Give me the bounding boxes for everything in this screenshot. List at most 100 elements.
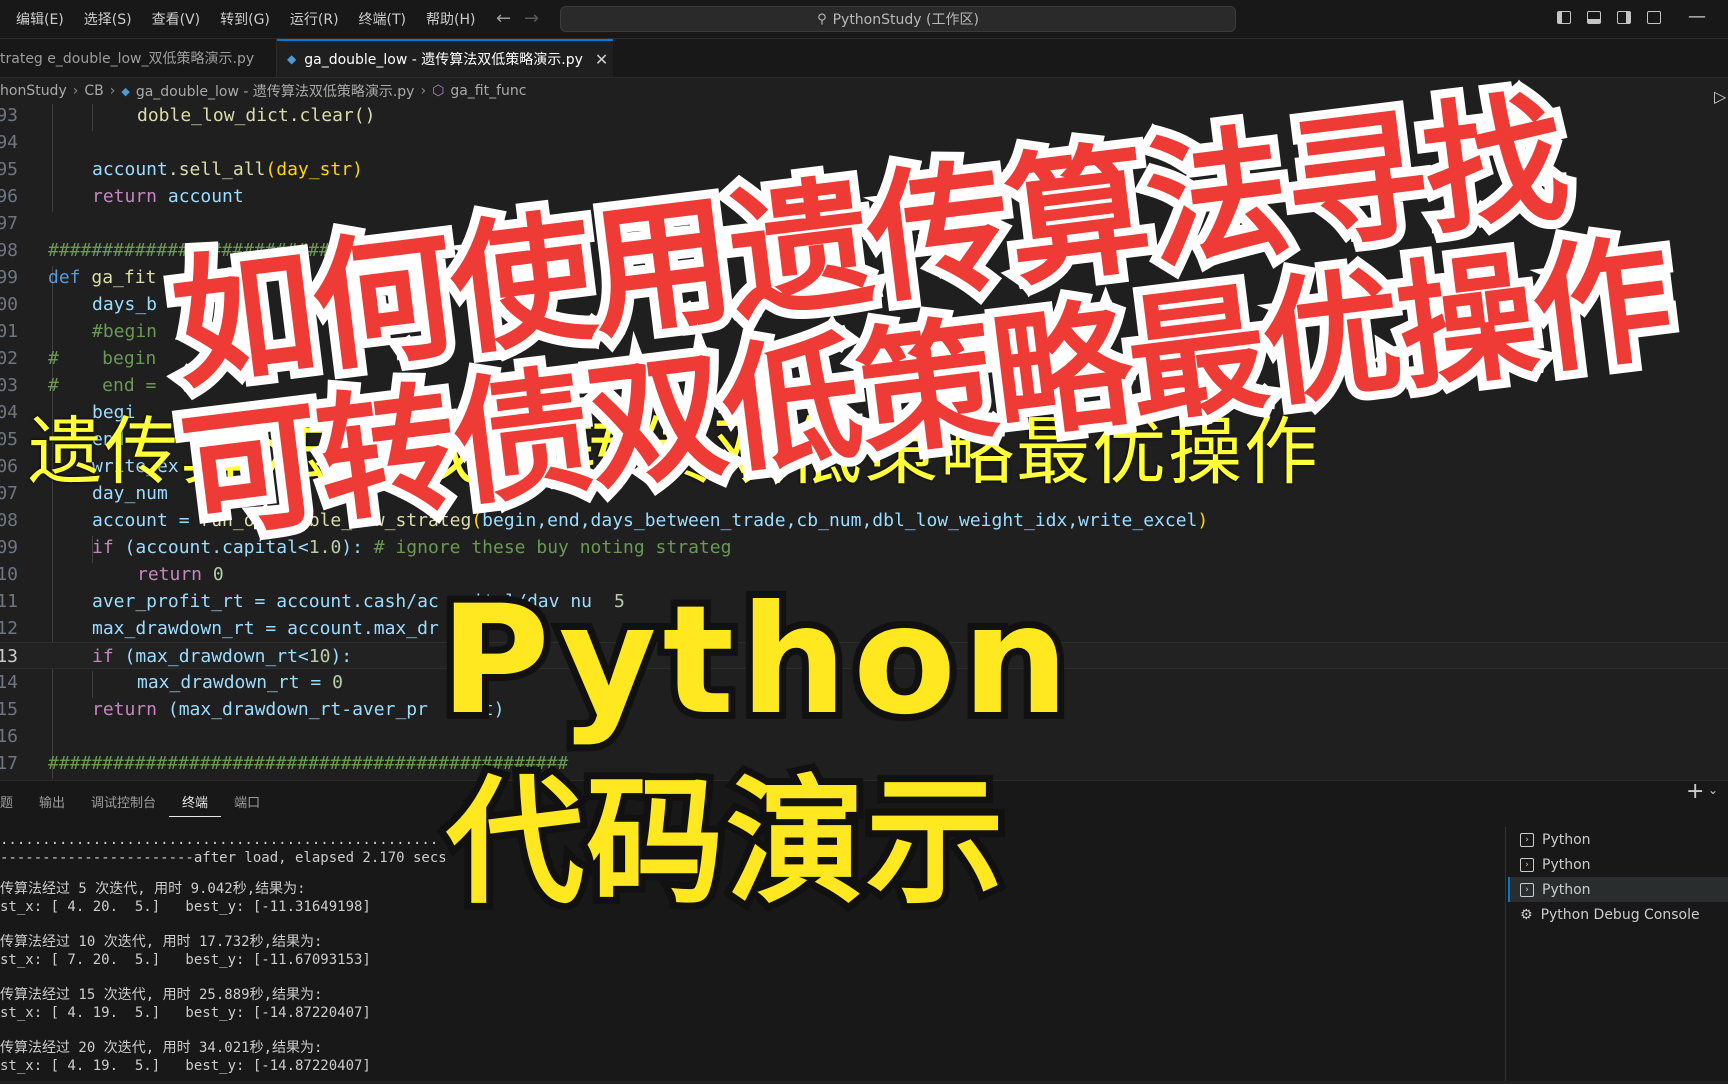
line-number: 98 [0, 240, 18, 261]
code-text: (day_str) [265, 159, 363, 180]
tab-terminal[interactable]: 终端 [169, 791, 222, 817]
terminal-list-divider [1505, 827, 1506, 1081]
terminal-icon: › [1520, 857, 1534, 872]
breadcrumb-symbol[interactable]: ga_fit_func [450, 83, 526, 99]
line-number: 16 [0, 726, 18, 747]
line-number: 99 [0, 267, 18, 288]
tab-strateg-double-low[interactable]: trateg e_double_low_双低策略演示.py [0, 39, 277, 77]
terminal-item[interactable]: › Python [1508, 827, 1728, 852]
code-text: ) [1197, 510, 1209, 531]
back-arrow-icon[interactable]: ← [496, 8, 511, 29]
code-text: days_b [92, 294, 158, 315]
code-text: if [92, 537, 114, 558]
code-text: #begin [92, 321, 158, 342]
line-number: 12 [0, 618, 18, 639]
line-number: 94 [0, 132, 18, 153]
tab-ga-double-low[interactable]: ◆ ga_double_low - 遗传算法双低策略演示.py ✕ [277, 39, 613, 77]
menu-view[interactable]: 查看(V) [142, 9, 211, 29]
function-symbol-icon: ⬡ [432, 83, 445, 99]
command-center-label: PythonStudy (工作区) [832, 12, 979, 28]
toggle-secondary-sidebar-icon[interactable] [1617, 11, 1631, 24]
code-text: return [92, 699, 158, 720]
line-number: 03 [0, 375, 18, 396]
code-text: (max_drawdown_rt-aver_pr [157, 699, 428, 720]
terminal-item-label: Python [1542, 856, 1591, 873]
code-text: if [92, 646, 114, 667]
minimize-window-button[interactable]: — [1688, 6, 1706, 27]
terminal-item[interactable]: ⚙ Python Debug Console [1508, 902, 1728, 927]
line-number: 95 [0, 159, 18, 180]
line-number: 17 [0, 753, 18, 774]
line-number: 96 [0, 186, 18, 207]
chevron-right-icon: › [72, 83, 79, 99]
menu-run[interactable]: 运行(R) [280, 9, 349, 29]
line-number: 05 [0, 429, 18, 450]
terminal-item-label: Python [1542, 881, 1591, 898]
terminal-item[interactable]: › Python [1508, 852, 1728, 877]
terminal-icon: › [1520, 832, 1534, 847]
breadcrumb-folder[interactable]: CB [84, 83, 103, 99]
menu-help[interactable]: 帮助(H) [416, 9, 485, 29]
line-number: 14 [0, 672, 18, 693]
toggle-panel-icon[interactable] [1587, 11, 1601, 24]
menu-edit[interactable]: 编辑(E) [6, 9, 74, 29]
line-number: 04 [0, 402, 18, 423]
code-text: def [48, 267, 81, 288]
line-number: 97 [0, 213, 18, 234]
customize-layout-icon[interactable] [1647, 11, 1661, 24]
search-icon: ⚲ [817, 11, 827, 27]
new-terminal-plus-icon[interactable]: + [1686, 779, 1704, 804]
tab-ports[interactable]: 端口 [221, 791, 273, 817]
code-text: return [92, 186, 158, 207]
chevron-down-icon[interactable]: ⌄ [1708, 783, 1718, 797]
code-text: .sell_all [167, 159, 266, 180]
forward-arrow-icon[interactable]: → [524, 8, 539, 29]
tab-output[interactable]: 输出 [26, 791, 78, 817]
code-comment: # ignore these buy noting strateg [373, 537, 732, 558]
command-center-search[interactable]: ⚲ PythonStudy (工作区) [560, 6, 1236, 32]
breadcrumb: honStudy › CB › ◆ ga_double_low - 遗传算法双低… [0, 78, 526, 104]
code-text: ): [330, 646, 353, 667]
code-text: aver_profit_rt = account.cash/ac [92, 591, 439, 612]
code-text: 0 [202, 564, 224, 585]
debug-gear-icon: ⚙ [1520, 906, 1533, 923]
tab-debug-console[interactable]: 调试控制台 [78, 791, 169, 817]
code-text: account = [92, 510, 201, 531]
line-number: 15 [0, 699, 18, 720]
code-text: account [92, 159, 168, 180]
close-icon[interactable]: ✕ [595, 50, 608, 69]
title-bar: 编辑(E) 选择(S) 查看(V) 转到(G) 运行(R) 终端(T) 帮助(H… [0, 0, 1728, 39]
menu-bar: 编辑(E) 选择(S) 查看(V) 转到(G) 运行(R) 终端(T) 帮助(H… [6, 0, 485, 38]
code-text: 10 [308, 646, 331, 667]
code-text: ga_fit [80, 267, 157, 288]
tab-problems[interactable]: 题 [0, 791, 26, 817]
line-number: 11 [0, 591, 18, 612]
line-number: 01 [0, 321, 18, 342]
line-number: 09 [0, 537, 18, 558]
menu-terminal[interactable]: 终端(T) [349, 9, 416, 29]
line-number: 93 [0, 105, 18, 126]
panel-tabs: 题 输出 调试控制台 终端 端口 [0, 791, 273, 817]
menu-selection[interactable]: 选择(S) [74, 9, 142, 29]
terminal-item-label: Python [1542, 831, 1591, 848]
line-number: 13 [0, 646, 18, 667]
code-text: max_drawdown_rt = [137, 672, 333, 693]
line-number: 06 [0, 456, 18, 477]
breadcrumb-workspace[interactable]: honStudy [0, 83, 67, 99]
terminal-item-active[interactable]: › Python [1508, 877, 1728, 902]
breadcrumb-file[interactable]: ga_double_low - 遗传算法双低策略演示.py [136, 81, 415, 101]
chevron-right-icon: › [420, 83, 427, 99]
toggle-primary-sidebar-icon[interactable] [1557, 11, 1571, 24]
line-number: 02 [0, 348, 18, 369]
tab-label: ga_double_low - 遗传算法双低策略演示.py [304, 52, 583, 68]
terminal-item-label: Python Debug Console [1540, 906, 1700, 923]
line-number: 07 [0, 483, 18, 504]
terminal-line: st_x: [ 7. 20. 5.] best_y: [-11.67093153… [0, 952, 371, 968]
code-text: 0 [332, 672, 343, 693]
code-text: (max_drawdown_rt< [113, 646, 309, 667]
line-number: 08 [0, 510, 18, 531]
terminal-line: st_x: [ 4. 19. 5.] best_y: [-14.87220407… [0, 1005, 371, 1021]
menu-go[interactable]: 转到(G) [210, 9, 280, 29]
terminal-line: 传算法经过 10 次迭代, 用时 17.732秒,结果为: [0, 934, 323, 950]
tab-label: trateg e_double_low_双低策略演示.py [0, 51, 255, 67]
